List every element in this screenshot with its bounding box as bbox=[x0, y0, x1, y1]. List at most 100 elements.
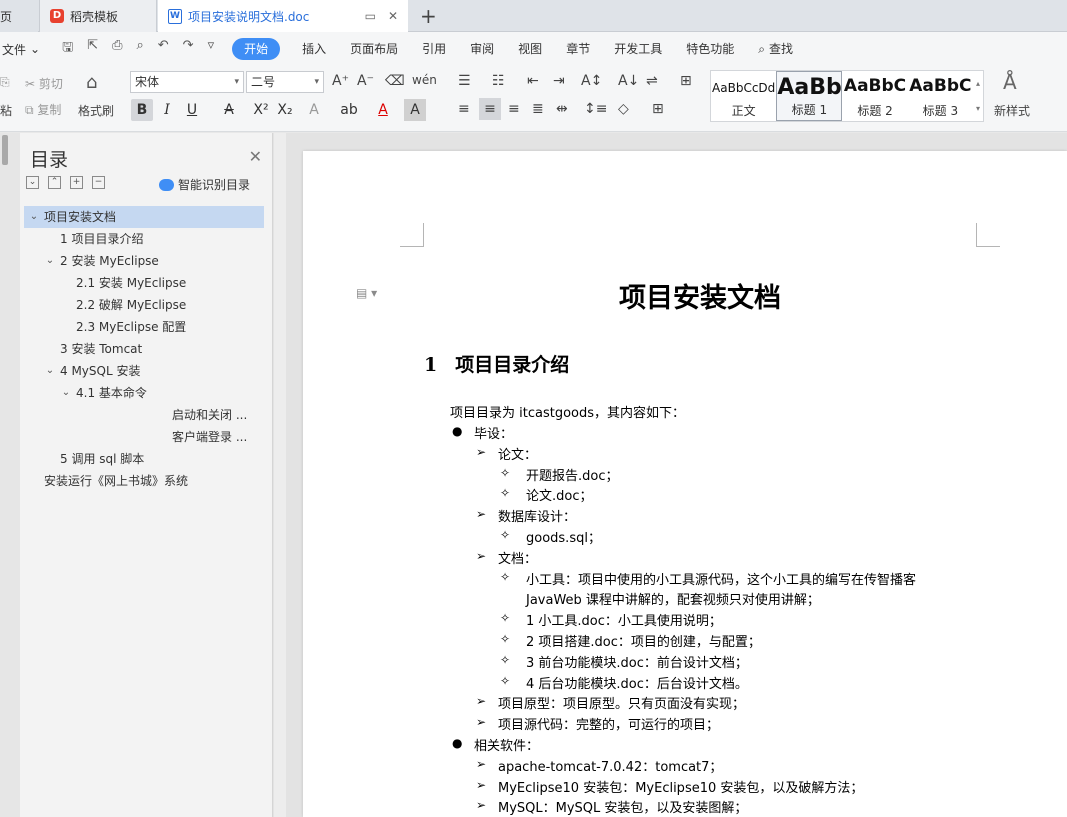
smart-toc-button[interactable]: 智能识别目录 bbox=[158, 176, 250, 193]
shrink-font-icon[interactable]: A⁻ bbox=[357, 73, 374, 89]
new-tab-button[interactable]: + bbox=[420, 4, 437, 28]
toc-item[interactable]: 2.1 安装 MyEclipse bbox=[24, 272, 264, 294]
subscript-icon[interactable]: X₂ bbox=[274, 99, 296, 121]
print-preview-icon[interactable]: ⌕ bbox=[136, 38, 143, 60]
underline-icon[interactable]: U bbox=[181, 99, 203, 121]
collapse-all-icon[interactable]: ⌃ bbox=[48, 176, 61, 189]
clear-format-icon[interactable]: ⌫ bbox=[385, 73, 405, 89]
paste-icon-partial[interactable]: ⎘ bbox=[0, 75, 10, 90]
table-icon[interactable]: ⊞ bbox=[680, 73, 692, 89]
numbered-list-icon[interactable]: ☷ bbox=[492, 73, 505, 89]
toc-item[interactable]: 1 项目目录介绍 bbox=[24, 228, 264, 250]
add-heading-icon[interactable]: + bbox=[70, 176, 83, 189]
styles-scroll[interactable]: ▴ ▾ bbox=[973, 71, 983, 121]
chevron-down-icon[interactable]: ▾ bbox=[976, 104, 980, 113]
paste-label: 粘 bbox=[0, 104, 13, 118]
toc-item[interactable]: 安装运行《网上书城》系统 bbox=[24, 470, 264, 492]
copy-button[interactable]: ⧉ 复制 bbox=[25, 101, 61, 118]
new-style-icon[interactable]: Å bbox=[1003, 70, 1017, 94]
menu-tab-review[interactable]: 审阅 bbox=[458, 38, 506, 60]
font-size-select[interactable]: 二号 ▾ bbox=[246, 71, 324, 93]
export-icon[interactable]: ⇱ bbox=[87, 38, 98, 60]
heading-1-text: 项目目录介绍 bbox=[455, 354, 570, 376]
toc-item[interactable]: ⌄ 项目安装文档 bbox=[24, 206, 264, 228]
phonetic-icon[interactable]: wén bbox=[412, 73, 437, 87]
tab-document[interactable]: W 项目安装说明文档.doc ▭ ✕ bbox=[158, 0, 408, 32]
font-color-icon[interactable]: A bbox=[372, 99, 394, 121]
new-style-label[interactable]: 新样式 bbox=[994, 102, 1030, 119]
close-icon[interactable]: ✕ bbox=[249, 147, 262, 166]
menu-tab-layout[interactable]: 页面布局 bbox=[338, 38, 410, 60]
strikethrough-icon[interactable]: A bbox=[218, 99, 240, 121]
menu-tab-chapter[interactable]: 章节 bbox=[554, 38, 602, 60]
print-icon[interactable]: ⎙ bbox=[112, 38, 122, 60]
bullet-diamond-icon: ✧ bbox=[500, 486, 511, 501]
line-break-icon[interactable]: ⇌ bbox=[646, 73, 658, 89]
toc-item[interactable]: ⌄ 2 安装 MyEclipse bbox=[24, 250, 264, 272]
grow-font-icon[interactable]: A⁺ bbox=[332, 73, 349, 89]
bold-icon[interactable]: B bbox=[131, 99, 153, 121]
toc-item[interactable]: 客户端登录 ... bbox=[24, 426, 264, 448]
remove-heading-icon[interactable]: − bbox=[92, 176, 105, 189]
increase-indent-icon[interactable]: ⇥ bbox=[553, 73, 565, 89]
more-icon[interactable]: ▿ bbox=[208, 38, 215, 60]
format-painter-icon[interactable]: ⌂ bbox=[86, 72, 97, 93]
save-icon[interactable]: 🖫 bbox=[62, 38, 73, 60]
superscript-icon[interactable]: X² bbox=[250, 99, 272, 121]
align-right-icon[interactable]: ≡ bbox=[508, 101, 520, 117]
monitor-icon[interactable]: ▭ bbox=[365, 9, 376, 23]
bullet-list-icon[interactable]: ☰ bbox=[458, 73, 471, 89]
align-center-icon[interactable]: ≡ bbox=[479, 98, 501, 120]
style-heading-3[interactable]: AaBbC 标题 3 bbox=[908, 71, 973, 121]
bullet-arrow-icon: ➢ bbox=[476, 444, 487, 459]
chevron-down-icon[interactable]: ⌄ bbox=[28, 206, 40, 228]
chevron-down-icon[interactable]: ⌄ bbox=[44, 250, 56, 272]
chevron-up-icon[interactable]: ▴ bbox=[976, 79, 980, 88]
text-effect-icon[interactable]: A bbox=[303, 99, 325, 121]
list-item: JavaWeb 课程中讲解的，配套视频只对使用讲解； bbox=[526, 593, 820, 609]
decrease-indent-icon[interactable]: ⇤ bbox=[527, 73, 539, 89]
tab-home[interactable]: 页 bbox=[0, 0, 38, 32]
highlight-icon[interactable]: ab bbox=[338, 99, 360, 121]
tab-docer-templates[interactable]: D 稻壳模板 bbox=[39, 0, 157, 32]
expand-all-icon[interactable]: ⌄ bbox=[26, 176, 39, 189]
menu-tab-features[interactable]: 特色功能 bbox=[674, 38, 746, 60]
style-normal[interactable]: AaBbCcDd 正文 bbox=[711, 71, 776, 121]
file-menu[interactable]: 文件 ⌄ bbox=[2, 41, 40, 58]
border-icon[interactable]: ⊞ bbox=[652, 101, 664, 117]
toc-item[interactable]: ⌄ 4 MySQL 安装 bbox=[24, 360, 264, 382]
distribute-icon[interactable]: ⇹ bbox=[556, 101, 568, 117]
menu-tab-references[interactable]: 引用 bbox=[410, 38, 458, 60]
search-button[interactable]: ⌕ 查找 bbox=[746, 38, 805, 60]
char-shading-icon[interactable]: A bbox=[404, 99, 426, 121]
chevron-down-icon[interactable]: ⌄ bbox=[60, 382, 72, 404]
style-heading-1[interactable]: AaBb 标题 1 bbox=[776, 71, 843, 121]
text-direction-icon[interactable]: A↕ bbox=[581, 73, 602, 89]
close-tab-icon[interactable]: ✕ bbox=[388, 9, 398, 23]
bullet-dot-icon: ● bbox=[452, 424, 463, 438]
toc-item[interactable]: ⌄ 4.1 基本命令 bbox=[24, 382, 264, 404]
toc-item[interactable]: 5 调用 sql 脚本 bbox=[24, 448, 264, 470]
chevron-down-icon[interactable]: ⌄ bbox=[44, 360, 56, 382]
menu-tab-insert[interactable]: 插入 bbox=[290, 38, 338, 60]
toc-item[interactable]: 2.2 破解 MyEclipse bbox=[24, 294, 264, 316]
menu-tab-developer[interactable]: 开发工具 bbox=[602, 38, 674, 60]
font-name-select[interactable]: 宋体 ▾ bbox=[130, 71, 244, 93]
panel-grip[interactable] bbox=[2, 135, 8, 165]
toc-item[interactable]: 启动和关闭 ... bbox=[24, 404, 264, 426]
cut-button[interactable]: ✂ 剪切 bbox=[25, 75, 63, 92]
style-heading-2[interactable]: AaBbC 标题 2 bbox=[842, 71, 907, 121]
italic-icon[interactable]: I bbox=[156, 99, 178, 121]
menu-tab-start[interactable]: 开始 bbox=[232, 38, 281, 60]
toc-item[interactable]: 2.3 MyEclipse 配置 bbox=[24, 316, 264, 338]
redo-icon[interactable]: ↷ bbox=[183, 38, 194, 60]
justify-icon[interactable]: ≣ bbox=[532, 101, 544, 117]
shading-icon[interactable]: ◇ bbox=[618, 101, 629, 117]
undo-icon[interactable]: ↶ bbox=[158, 38, 169, 60]
sort-icon[interactable]: A↓ bbox=[618, 73, 639, 89]
align-left-icon[interactable]: ≡ bbox=[458, 101, 470, 117]
toc-item[interactable]: 3 安装 Tomcat bbox=[24, 338, 264, 360]
line-spacing-icon[interactable]: ↕≡ bbox=[584, 101, 607, 117]
menu-tab-view[interactable]: 视图 bbox=[506, 38, 554, 60]
toc-item-label: 2.1 安装 MyEclipse bbox=[76, 276, 187, 290]
